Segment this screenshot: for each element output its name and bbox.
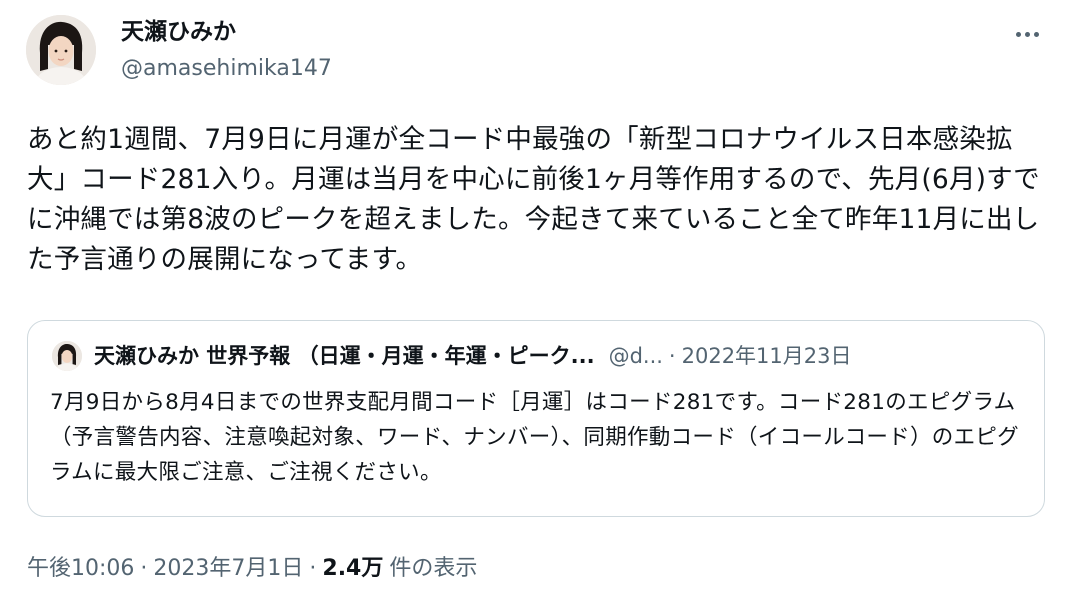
tweet-date[interactable]: 2023年7月1日: [153, 556, 303, 581]
quoted-tweet-header: 天瀬ひみか 世界予報 （日運・月運・年運・ピーク... @d... · 2022…: [94, 341, 1024, 371]
views-label: 件の表示: [389, 556, 478, 581]
quoted-tweet-text: 7月9日から8月4日までの世界支配月間コード［月運］はコード281です。コード2…: [50, 390, 1019, 485]
quoted-tweet[interactable]: 天瀬ひみか 世界予報 （日運・月運・年運・ピーク... @d... · 2022…: [27, 320, 1045, 517]
author-avatar[interactable]: [26, 15, 96, 85]
tweet-text: あと約1週間、7月9日に月運が全コード中最強の「新型コロナウイルス日本感染拡大」…: [27, 124, 1040, 275]
author-handle[interactable]: @amasehimika147: [121, 54, 332, 84]
author-display-name[interactable]: 天瀬ひみか: [121, 16, 236, 48]
tweet-meta: 午後10:06 · 2023年7月1日 · 2.4万 件の表示: [27, 553, 477, 585]
quoted-author-handle: @d...: [608, 344, 663, 368]
tweet-card: 天瀬ひみか @amasehimika147 あと約1週間、7月9日に月運が全コー…: [0, 0, 1066, 610]
quoted-date: 2022年11月23日: [681, 344, 852, 368]
tweet-time[interactable]: 午後10:06: [27, 556, 134, 581]
quoted-author-avatar: [52, 341, 82, 371]
more-horizontal-icon[interactable]: [1006, 20, 1048, 48]
meta-separator: ·: [140, 556, 148, 581]
meta-separator: ·: [309, 556, 317, 581]
views-count[interactable]: 2.4万: [322, 556, 383, 581]
quoted-author-name: 天瀬ひみか 世界予報 （日運・月運・年運・ピーク...: [94, 344, 595, 368]
quoted-separator: ·: [668, 344, 676, 368]
